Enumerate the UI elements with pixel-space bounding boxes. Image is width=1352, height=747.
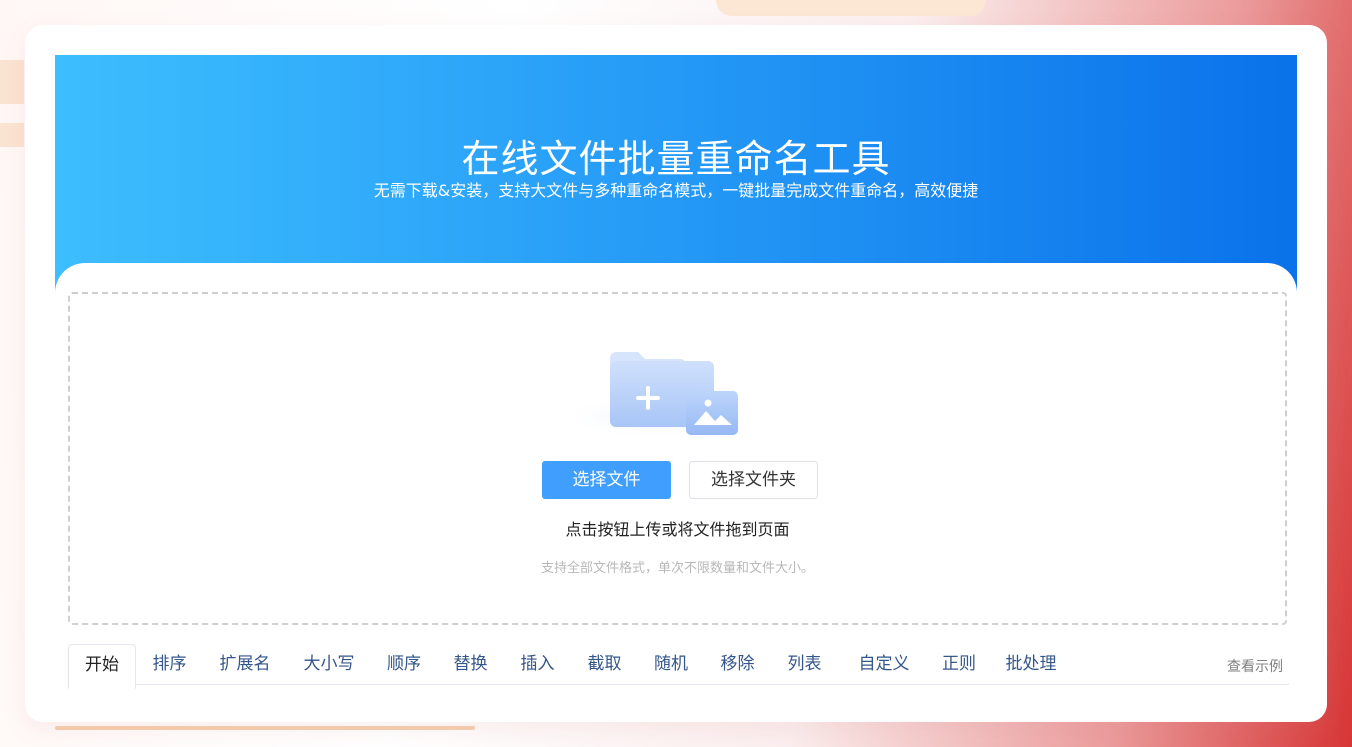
page-subtitle: 无需下载&安装，支持大文件与多种重命名模式，一键批量完成文件重命名，高效便捷 (373, 181, 979, 200)
tab-remove[interactable]: 移除 (704, 644, 771, 685)
tab-extract[interactable]: 截取 (571, 644, 638, 685)
tab-sort[interactable]: 排序 (136, 644, 203, 685)
tab-batch[interactable]: 批处理 (988, 644, 1074, 685)
folder-plus-image-icon (555, 352, 755, 439)
tab-list[interactable]: 列表 (771, 644, 838, 685)
select-folder-button[interactable]: 选择文件夹 (689, 461, 818, 499)
tab-insert[interactable]: 插入 (504, 644, 571, 685)
tool-card: 在线文件批量重命名工具 无需下载&安装，支持大文件与多种重命名模式，一键批量完成… (25, 25, 1327, 722)
tab-custom[interactable]: 自定义 (838, 644, 930, 685)
tab-case[interactable]: 大小写 (287, 644, 371, 685)
view-example-link[interactable]: 查看示例 (1227, 656, 1283, 678)
tab-extension[interactable]: 扩展名 (203, 644, 287, 685)
background-decoration (0, 60, 24, 104)
tab-replace[interactable]: 替换 (437, 644, 504, 685)
background-decoration (55, 726, 475, 730)
background-decoration (0, 123, 24, 147)
tab-order[interactable]: 顺序 (371, 644, 437, 685)
tab-regex[interactable]: 正则 (930, 644, 988, 685)
select-files-button[interactable]: 选择文件 (542, 461, 671, 499)
main-panel: 选择文件 选择文件夹 点击按钮上传或将文件拖到页面 支持全部文件格式，单次不限数… (55, 263, 1297, 722)
tab-random[interactable]: 随机 (638, 644, 704, 685)
upload-note: 支持全部文件格式，单次不限数量和文件大小。 (540, 561, 814, 576)
upload-hint: 点击按钮上传或将文件拖到页面 (565, 520, 790, 539)
background-decoration (716, 0, 986, 16)
upload-buttons: 选择文件 选择文件夹 (70, 461, 1285, 499)
tab-start[interactable]: 开始 (68, 644, 136, 689)
file-dropzone[interactable]: 选择文件 选择文件夹 点击按钮上传或将文件拖到页面 支持全部文件格式，单次不限数… (68, 292, 1287, 625)
rename-mode-tabs: 开始 排序 扩展名 大小写 顺序 替换 插入 截取 随机 移除 列表 自定义 正… (68, 644, 1289, 689)
